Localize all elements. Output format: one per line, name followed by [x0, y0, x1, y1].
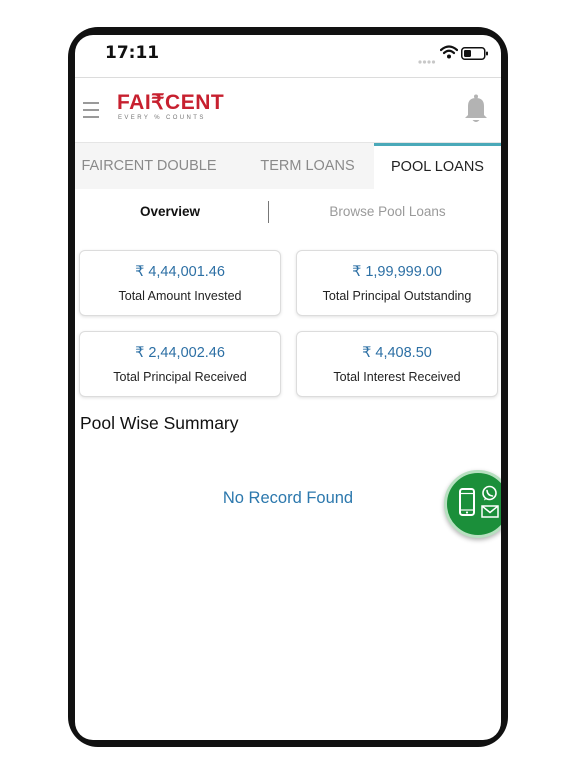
- card-label: Total Principal Received: [113, 370, 247, 384]
- status-bar: 17:11: [75, 35, 501, 77]
- card-label: Total Principal Outstanding: [322, 289, 472, 303]
- app-screen: 17:11 FAI₹CENT EVERY % COUNTS FAIRCENT D…: [75, 35, 501, 740]
- no-record-message: No Record Found: [222, 489, 354, 507]
- subtab-divider: [268, 201, 269, 223]
- status-time: 17:11: [105, 43, 160, 63]
- phone-icon: [459, 488, 475, 521]
- battery-icon: [461, 47, 489, 65]
- logo-wordmark: FAI₹CENT: [117, 91, 225, 114]
- bell-icon[interactable]: [463, 94, 489, 129]
- wifi-icon: [439, 45, 459, 64]
- summary-card-interest-received: ₹ 4,408.50 Total Interest Received: [296, 331, 498, 397]
- faircent-logo[interactable]: FAI₹CENT EVERY % COUNTS: [117, 91, 225, 122]
- card-value: ₹ 4,408.50: [362, 345, 432, 361]
- pool-wise-summary-title: Pool Wise Summary: [80, 413, 239, 433]
- summary-card-principal-outstanding: ₹ 1,99,999.00 Total Principal Outstandin…: [296, 250, 498, 316]
- card-label: Total Amount Invested: [118, 289, 242, 303]
- summary-card-principal-received: ₹ 2,44,002.46 Total Principal Received: [79, 331, 281, 397]
- card-value: ₹ 4,44,001.46: [135, 264, 225, 280]
- contact-fab-button[interactable]: [444, 470, 501, 538]
- pool-subtabs: Overview Browse Pool Loans: [75, 193, 501, 231]
- app-header: FAI₹CENT EVERY % COUNTS: [75, 77, 501, 143]
- loan-tabs: FAIRCENT DOUBLE TERM LOANS POOL LOANS: [75, 142, 501, 189]
- hamburger-menu-icon[interactable]: [83, 102, 99, 123]
- summary-card-amount-invested: ₹ 4,44,001.46 Total Amount Invested: [79, 250, 281, 316]
- signal-dots-icon: [418, 52, 436, 70]
- tab-faircent-double[interactable]: FAIRCENT DOUBLE: [75, 143, 223, 189]
- whatsapp-icon: [481, 485, 498, 507]
- tab-term-loans[interactable]: TERM LOANS: [245, 143, 370, 189]
- card-label: Total Interest Received: [333, 370, 461, 384]
- subtab-browse-pool-loans[interactable]: Browse Pool Loans: [310, 193, 465, 231]
- card-value: ₹ 1,99,999.00: [352, 264, 442, 280]
- logo-tagline: EVERY % COUNTS: [118, 115, 206, 121]
- tab-pool-loans[interactable]: POOL LOANS: [374, 143, 501, 189]
- mail-icon: [481, 505, 499, 523]
- subtab-overview[interactable]: Overview: [95, 193, 245, 231]
- card-value: ₹ 2,44,002.46: [135, 345, 225, 361]
